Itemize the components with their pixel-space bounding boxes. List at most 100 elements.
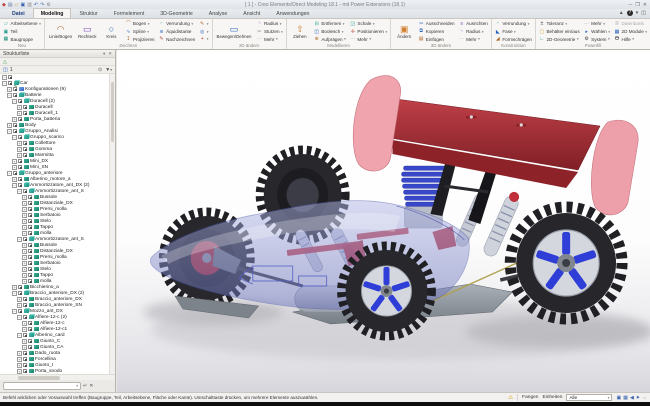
expand-toggle-icon[interactable]: − [17,189,22,194]
visibility-checkbox[interactable] [18,165,22,169]
viewport-3d[interactable] [117,50,650,392]
visibility-checkbox[interactable] [28,213,32,217]
visibility-checkbox[interactable] [23,297,27,301]
expand-toggle-icon[interactable]: + [22,201,27,206]
expand-toggle-icon[interactable]: − [2,81,7,86]
button-kopieren[interactable]: ⧉Kopieren [417,28,455,36]
wing-endplate-left[interactable] [353,76,400,172]
filter-icon[interactable]: ▼▾ [105,67,112,73]
expand-toggle-icon[interactable]: + [22,225,27,230]
button-radius[interactable]: ◝Radius▾ [458,28,489,36]
visibility-checkbox[interactable] [28,321,32,325]
visibility-checkbox[interactable] [23,315,27,319]
expand-toggle-icon[interactable]: + [22,195,27,200]
cancel-icon[interactable]: ✕ [89,383,93,389]
help-icon[interactable]: ? [627,10,633,16]
print-icon[interactable]: ▥ [27,2,32,8]
visibility-checkbox[interactable] [13,171,17,175]
undo-icon[interactable]: ↶ [34,2,38,8]
layout-icon[interactable]: ◫ [641,10,646,16]
button-radius[interactable]: ◝Radius▾ [255,20,283,28]
button-einf-gen[interactable]: ▤Einfügen [417,36,455,44]
expand-toggle-icon[interactable]: + [17,357,22,362]
expand-toggle-icon[interactable]: + [22,273,27,278]
visibility-checkbox[interactable] [23,153,27,157]
selection-filter-dropdown[interactable]: Alle ▾ [566,394,612,401]
visibility-checkbox[interactable] [28,267,32,271]
chevron-down-icon[interactable]: ▾ [76,384,78,388]
button-bogen[interactable]: ⌒Bogen▾ [124,20,155,28]
expand-toggle-icon[interactable]: − [12,183,17,188]
circle-tool-icon[interactable]: ◎▾ [198,28,209,36]
status-tool-icon-2[interactable]: ▦ [623,395,628,401]
button-positionieren[interactable]: ✛Positionieren▾ [349,28,388,36]
button-verrundung[interactable]: ◜Verrundung▾ [494,20,533,28]
visibility-checkbox[interactable] [23,363,27,367]
visibility-checkbox[interactable] [23,237,27,241]
visibility-checkbox[interactable] [18,183,22,187]
expand-toggle-icon[interactable]: + [22,243,27,248]
button-fase[interactable]: ◣Fase▾ [494,28,533,36]
save-icon[interactable]: ▣ [20,2,25,8]
restore-icon[interactable]: ❐ [635,2,639,8]
expand-toggle-icon[interactable]: + [22,231,27,236]
expand-toggle-icon[interactable]: + [17,303,22,308]
snap-toggle[interactable]: Fangen [522,395,538,400]
button-linie-bogen[interactable]: ◠Linie/Bogen [47,20,74,43]
visibility-checkbox[interactable] [28,345,32,349]
close-icon[interactable]: ✕ [108,51,112,57]
expand-toggle-icon[interactable]: + [12,117,17,122]
visibility-checkbox[interactable] [13,87,17,91]
visibility-checkbox[interactable] [23,141,27,145]
button-2d-geometrie[interactable]: ∟2D-Geometrie▾ [538,36,581,44]
visibility-checkbox[interactable] [23,357,27,361]
visibility-checkbox[interactable] [18,159,22,163]
enter-icon[interactable]: ↵ [83,383,87,389]
button-formschr-gen[interactable]: ◢Formschrägen [494,36,533,44]
status-tool-icon-3[interactable]: ◀ [630,395,634,401]
button-baugruppe[interactable]: ▦Baugruppe [2,36,42,44]
button-rechteck[interactable]: ▭Rechteck [76,20,98,43]
button-hilfe[interactable]: ϴHilfe▾ [613,36,648,44]
expand-toggle-icon[interactable]: + [22,219,27,224]
expand-toggle-icon[interactable]: − [12,135,17,140]
button-verrundung[interactable]: ◜Verrundung▾ [158,20,197,28]
expand-toggle-icon[interactable]: + [12,177,17,182]
rear-wing[interactable] [353,76,638,224]
expand-toggle-icon[interactable]: − [2,75,7,80]
expand-toggle-icon[interactable]: + [22,249,27,254]
visibility-checkbox[interactable] [28,273,32,277]
expand-toggle-icon[interactable]: + [22,261,27,266]
expand-toggle-icon[interactable]: + [17,351,22,356]
pin-icon[interactable]: ▾ [636,10,639,16]
expand-toggle-icon[interactable]: + [17,105,22,110]
tab-datei[interactable]: Datei [4,8,33,18]
visibility-checkbox[interactable] [28,249,32,253]
redo-icon[interactable]: ↷ [40,2,44,8]
expand-toggle-icon[interactable]: + [22,213,27,218]
expand-toggle-icon[interactable]: + [22,207,27,212]
tab-formelement[interactable]: Formelement [106,8,153,18]
button-ziehen[interactable]: ⇧Ziehen [289,20,311,43]
button-kreis[interactable]: ○Kreis [100,20,122,43]
app-icon[interactable]: ◆ [2,2,6,8]
expand-toggle-icon[interactable]: + [12,165,17,170]
expand-toggle-icon[interactable]: + [17,363,22,368]
visibility-checkbox[interactable] [28,201,32,205]
button-mehr[interactable]: ⋯Mehr▾ [255,36,283,44]
status-tool-icon-1[interactable]: ▣ [616,395,621,401]
expand-toggle-icon[interactable]: + [17,111,22,116]
button-bewegen-dehnen[interactable]: ▭Bewegen/Dehnen [215,20,254,43]
warning-icon[interactable]: ⚠ [508,395,513,401]
load-list-icon[interactable]: △ [3,59,7,65]
tree-horizontal-scrollbar[interactable] [0,374,115,380]
tab-analyse[interactable]: Analyse [201,8,235,18]
visibility-checkbox[interactable] [18,99,22,103]
button-spline[interactable]: ∿Spline▾ [124,28,155,36]
button-w-hlen[interactable]: ▸Wählen▾ [583,28,611,36]
visibility-checkbox[interactable] [23,189,27,193]
expand-toggle-icon[interactable]: + [7,87,12,92]
tab-modeling[interactable]: Modeling [33,8,72,18]
visibility-checkbox[interactable] [23,333,27,337]
visibility-checkbox[interactable] [13,93,17,97]
